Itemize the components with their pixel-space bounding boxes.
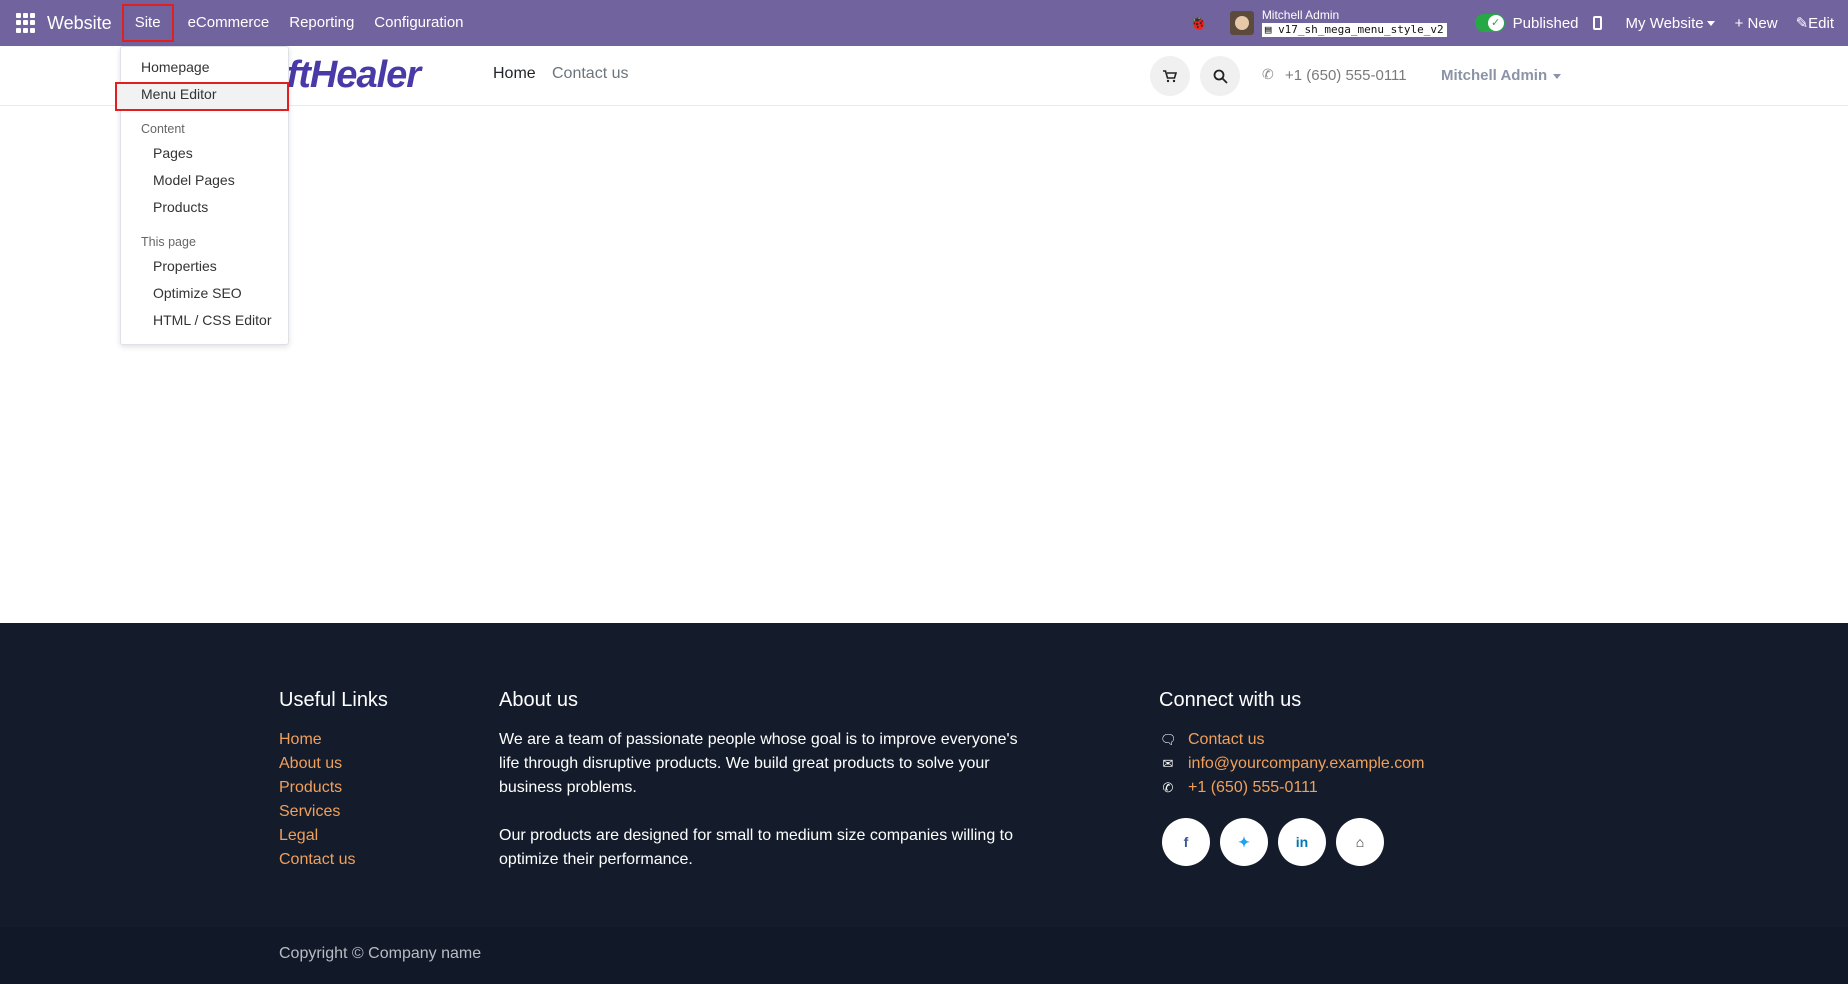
menu-configuration[interactable]: Configuration xyxy=(364,0,473,46)
footer-email-link[interactable]: info@yourcompany.example.com xyxy=(1188,755,1425,773)
debug-bug-icon[interactable]: 🐞 xyxy=(1189,14,1208,32)
menu-ecommerce[interactable]: eCommerce xyxy=(178,0,280,46)
user-avatar[interactable] xyxy=(1229,11,1254,35)
published-label[interactable]: Published xyxy=(1513,15,1579,32)
phone-icon: ✆ xyxy=(1162,780,1174,795)
database-badge: ▤ v17_sh_mega_menu_style_v2 xyxy=(1261,23,1447,37)
header-phone[interactable]: +1 (650) 555-0111 xyxy=(1285,67,1407,84)
chevron-down-icon xyxy=(1706,21,1715,27)
user-menu[interactable]: Mitchell Admin ▤ v17_sh_mega_menu_style_… xyxy=(1261,8,1447,37)
account-menu[interactable]: Mitchell Admin xyxy=(1441,67,1562,84)
apps-menu-icon[interactable] xyxy=(16,13,36,33)
menu-item-model-pages[interactable]: Model Pages xyxy=(153,172,235,188)
about-paragraph-2: Our products are designed for small to m… xyxy=(499,827,1014,868)
nav-home[interactable]: Home xyxy=(493,65,536,83)
cart-button[interactable] xyxy=(1150,56,1190,96)
site-dropdown-menu: Homepage Menu Editor Content Pages Model… xyxy=(115,46,289,345)
contact-row-phone: ✆ +1 (650) 555-0111 xyxy=(1160,776,1425,800)
copyright-text: Copyright © Company name xyxy=(279,945,482,962)
footer-contact-link[interactable]: Contact us xyxy=(1188,731,1264,749)
twitter-icon[interactable]: ✦ xyxy=(1220,818,1268,866)
about-title: About us xyxy=(499,689,578,711)
copyright-bar: Copyright © Company name xyxy=(0,927,1848,984)
footer-link-about[interactable]: About us xyxy=(279,752,355,776)
envelope-icon: ✉ xyxy=(1162,756,1174,771)
footer-link-legal[interactable]: Legal xyxy=(279,824,355,848)
useful-links-title: Useful Links xyxy=(279,689,388,711)
phone-icon: ✆ xyxy=(1262,66,1274,82)
this-page-section-header: This page xyxy=(141,235,196,249)
menu-site[interactable]: Site xyxy=(118,0,178,46)
search-icon xyxy=(1213,69,1228,84)
chevron-down-icon xyxy=(1553,73,1562,79)
contact-list: 🗨 Contact us ✉ info@yourcompany.example.co… xyxy=(1160,728,1425,800)
facebook-icon[interactable]: f xyxy=(1162,818,1210,866)
admin-navbar: Website Site eCommerce Reporting Configu… xyxy=(0,0,1848,46)
pencil-icon: ✎ xyxy=(1795,15,1809,32)
menu-item-pages[interactable]: Pages xyxy=(153,145,193,161)
home-icon[interactable]: ⌂ xyxy=(1336,818,1384,866)
contact-row-email: ✉ info@yourcompany.example.com xyxy=(1160,752,1425,776)
menu-item-menu-editor[interactable]: Menu Editor xyxy=(141,86,216,102)
linkedin-icon[interactable]: in xyxy=(1278,818,1326,866)
about-paragraph-1: We are a team of passionate people whose… xyxy=(499,731,1018,796)
mobile-preview-icon[interactable] xyxy=(1592,16,1602,30)
menu-reporting[interactable]: Reporting xyxy=(279,0,364,46)
footer-phone-link[interactable]: +1 (650) 555-0111 xyxy=(1188,779,1318,797)
footer-link-services[interactable]: Services xyxy=(279,800,355,824)
footer-link-contact[interactable]: Contact us xyxy=(279,848,355,872)
menu-item-homepage[interactable]: Homepage xyxy=(141,59,210,75)
menu-item-html-css-editor[interactable]: HTML / CSS Editor xyxy=(153,312,272,328)
footer-link-products[interactable]: Products xyxy=(279,776,355,800)
nav-contact-us[interactable]: Contact us xyxy=(552,65,628,83)
connect-title: Connect with us xyxy=(1159,689,1302,711)
plus-icon: + xyxy=(1734,14,1744,32)
website-footer: Useful Links Home About us Products Serv… xyxy=(0,623,1848,927)
published-toggle[interactable] xyxy=(1474,14,1505,32)
user-name: Mitchell Admin xyxy=(1261,8,1340,23)
app-title[interactable]: Website xyxy=(47,13,112,34)
comment-icon: 🗨 xyxy=(1160,732,1177,747)
new-button[interactable]: + New xyxy=(1735,15,1778,32)
useful-links-list: Home About us Products Services Legal Co… xyxy=(279,728,355,872)
menu-item-optimize-seo[interactable]: Optimize SEO xyxy=(153,285,242,301)
edit-button[interactable]: ✎Edit xyxy=(1796,14,1834,32)
menu-item-properties[interactable]: Properties xyxy=(153,258,217,274)
menu-item-products[interactable]: Products xyxy=(153,199,208,215)
contact-row-message: 🗨 Contact us xyxy=(1160,728,1425,752)
content-section-header: Content xyxy=(141,122,185,136)
cart-icon xyxy=(1163,69,1177,82)
website-switcher[interactable]: My Website xyxy=(1626,15,1715,32)
footer-link-home[interactable]: Home xyxy=(279,728,355,752)
search-button[interactable] xyxy=(1200,56,1240,96)
